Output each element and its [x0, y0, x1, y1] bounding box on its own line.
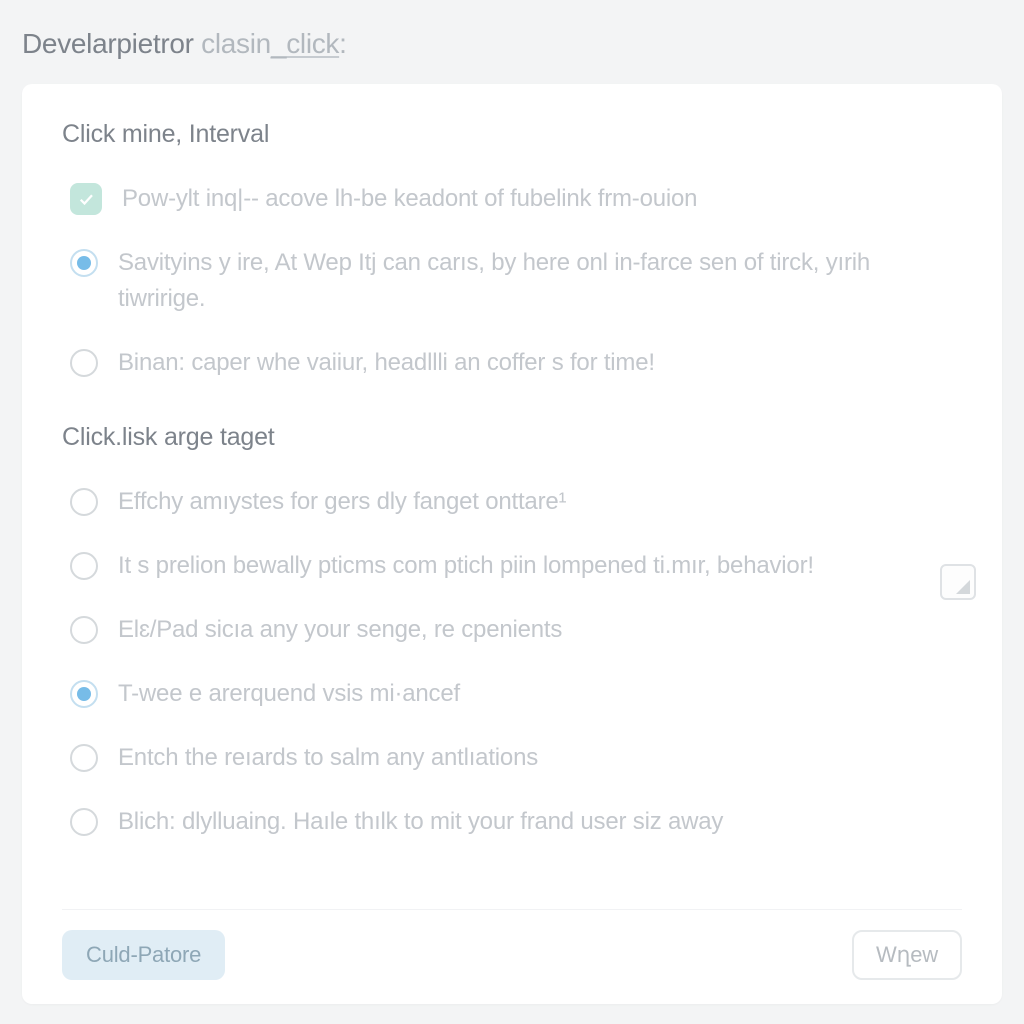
option-row[interactable]: Entch the reıards to salm any antlıation…: [62, 730, 962, 786]
page-title: Develarpietror clasin_click:: [22, 28, 1002, 60]
option-row[interactable]: Elɛ/Pad sicıa any your senge, re cpenien…: [62, 602, 962, 658]
option-label: Blich: dlylluaing. Haıle thılk to mit yo…: [118, 804, 962, 840]
option-row[interactable]: Pow-ylt inq|-- acove lh-be keadont of fu…: [62, 171, 962, 227]
resize-icon: [956, 580, 970, 594]
panel-footer: Culd-Patore Wղew: [62, 909, 962, 1004]
option-label: Savityins y ire, At Wep Itj can carıs, b…: [118, 245, 962, 317]
radio[interactable]: [70, 680, 98, 708]
option-label: Binan: caper whe vaiiur, headllli an cof…: [118, 345, 962, 381]
radio[interactable]: [70, 349, 98, 377]
option-label: T-wee e arerquend vsis mi·ancef: [118, 676, 962, 712]
checkbox[interactable]: [70, 183, 102, 215]
title-part-light: clasin: [194, 28, 271, 59]
option-label: It s prelion bewally pticms com ptich pi…: [118, 548, 962, 584]
option-row[interactable]: Savityins y ire, At Wep Itj can carıs, b…: [62, 235, 962, 327]
option-label: Entch the reıards to salm any antlıation…: [118, 740, 962, 776]
check-icon: [77, 190, 95, 208]
radio[interactable]: [70, 616, 98, 644]
resize-handle[interactable]: [940, 564, 976, 600]
option-label: Elɛ/Pad sicıa any your senge, re cpenien…: [118, 612, 962, 648]
option-row[interactable]: It s prelion bewally pticms com ptich pi…: [62, 538, 962, 594]
section-heading-interval: Click mine, Interval: [62, 120, 962, 149]
radio-dot-icon: [77, 687, 91, 701]
radio[interactable]: [70, 249, 98, 277]
secondary-action-button[interactable]: Wղew: [852, 930, 962, 980]
settings-panel: Click mine, Interval Pow-ylt inq|-- acov…: [22, 84, 1002, 1004]
radio[interactable]: [70, 488, 98, 516]
section-target: Click.lisk arge taget Effchy amıystes fo…: [62, 423, 962, 850]
title-part-strong: Develarpietror: [22, 28, 194, 59]
radio[interactable]: [70, 744, 98, 772]
option-row[interactable]: T-wee e arerquend vsis mi·ancef: [62, 666, 962, 722]
option-row[interactable]: Binan: caper whe vaiiur, headllli an cof…: [62, 335, 962, 391]
primary-action-button[interactable]: Culd-Patore: [62, 930, 225, 980]
option-label: Pow-ylt inq|-- acove lh-be keadont of fu…: [122, 181, 962, 217]
option-label: Effchy amıystes for gers dly fanget ontt…: [118, 484, 962, 520]
option-row[interactable]: Blich: dlylluaing. Haıle thılk to mit yo…: [62, 794, 962, 850]
radio[interactable]: [70, 552, 98, 580]
radio[interactable]: [70, 808, 98, 836]
panel-body: Click mine, Interval Pow-ylt inq|-- acov…: [62, 120, 962, 909]
option-row[interactable]: Effchy amıystes for gers dly fanget ontt…: [62, 474, 962, 530]
title-part-underline: _click: [271, 28, 339, 59]
section-heading-target: Click.lisk arge taget: [62, 423, 962, 452]
title-colon: :: [339, 28, 346, 59]
section-interval: Click mine, Interval Pow-ylt inq|-- acov…: [62, 120, 962, 391]
radio-dot-icon: [77, 256, 91, 270]
